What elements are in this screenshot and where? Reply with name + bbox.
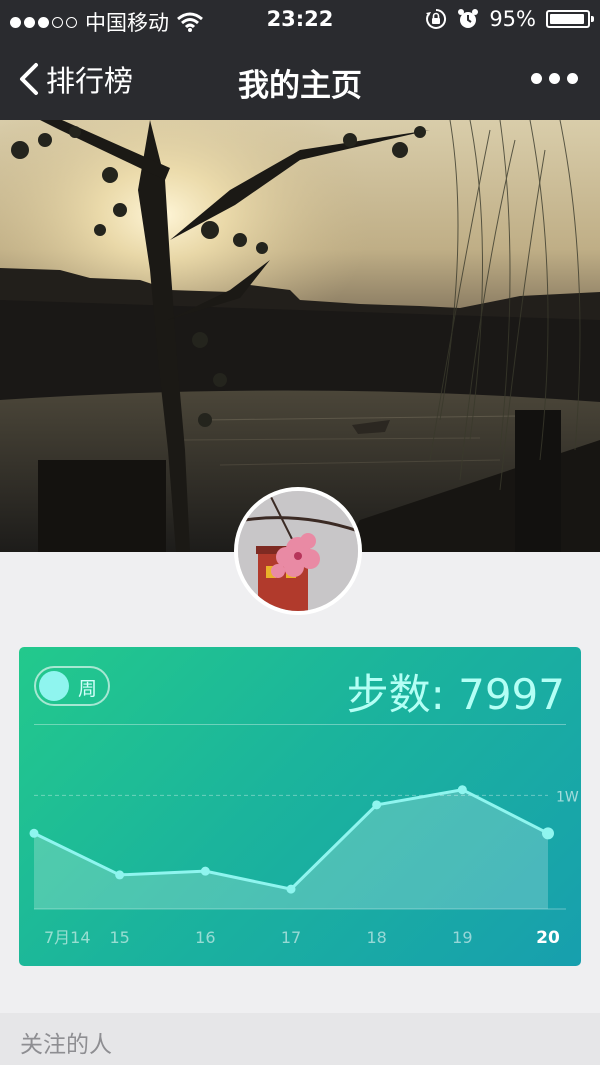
data-point <box>115 870 125 880</box>
more-dot-icon <box>549 73 560 84</box>
page-title: 我的主页 <box>238 68 362 104</box>
following-section-title: 关注的人 <box>20 1032 112 1058</box>
x-tick-label: 7月14 <box>44 928 91 947</box>
rotation-lock-icon <box>426 8 447 29</box>
data-point <box>200 866 210 876</box>
x-tick-label: 15 <box>109 928 129 947</box>
x-tick-label: 16 <box>195 928 215 947</box>
stats-card: 周 步数: 7997 1W 7月14 15 16 17 18 19 20 <box>19 647 581 966</box>
data-point <box>542 827 554 840</box>
more-options-button[interactable] <box>531 73 578 84</box>
avatar-blossom-image <box>238 491 358 611</box>
x-tick-label: 18 <box>366 928 386 947</box>
navigation-bar: 排行榜 我的主页 <box>0 40 600 120</box>
battery-icon <box>546 10 594 28</box>
more-dot-icon <box>567 73 578 84</box>
x-tick-label: 17 <box>281 928 301 947</box>
data-point <box>372 800 382 810</box>
battery-percent: 95% <box>489 7 536 31</box>
status-bar: 中国移动 23:22 95% <box>0 0 600 40</box>
x-tick-label: 19 <box>452 928 472 947</box>
reference-line-label: 1W <box>556 789 579 805</box>
data-point <box>286 884 296 894</box>
battery-level-fill <box>550 14 585 24</box>
weekly-steps-chart: 1W 7月14 15 16 17 18 19 20 <box>29 785 579 948</box>
following-section-header: 关注的人 <box>0 1013 600 1065</box>
data-point <box>457 785 467 795</box>
data-point <box>29 828 39 838</box>
more-dot-icon <box>531 73 542 84</box>
top-bar: 中国移动 23:22 95% 排行榜 我的主页 <box>0 0 600 120</box>
avatar[interactable] <box>234 487 362 615</box>
alarm-icon <box>458 9 479 28</box>
x-tick-label: 20 <box>536 928 560 948</box>
